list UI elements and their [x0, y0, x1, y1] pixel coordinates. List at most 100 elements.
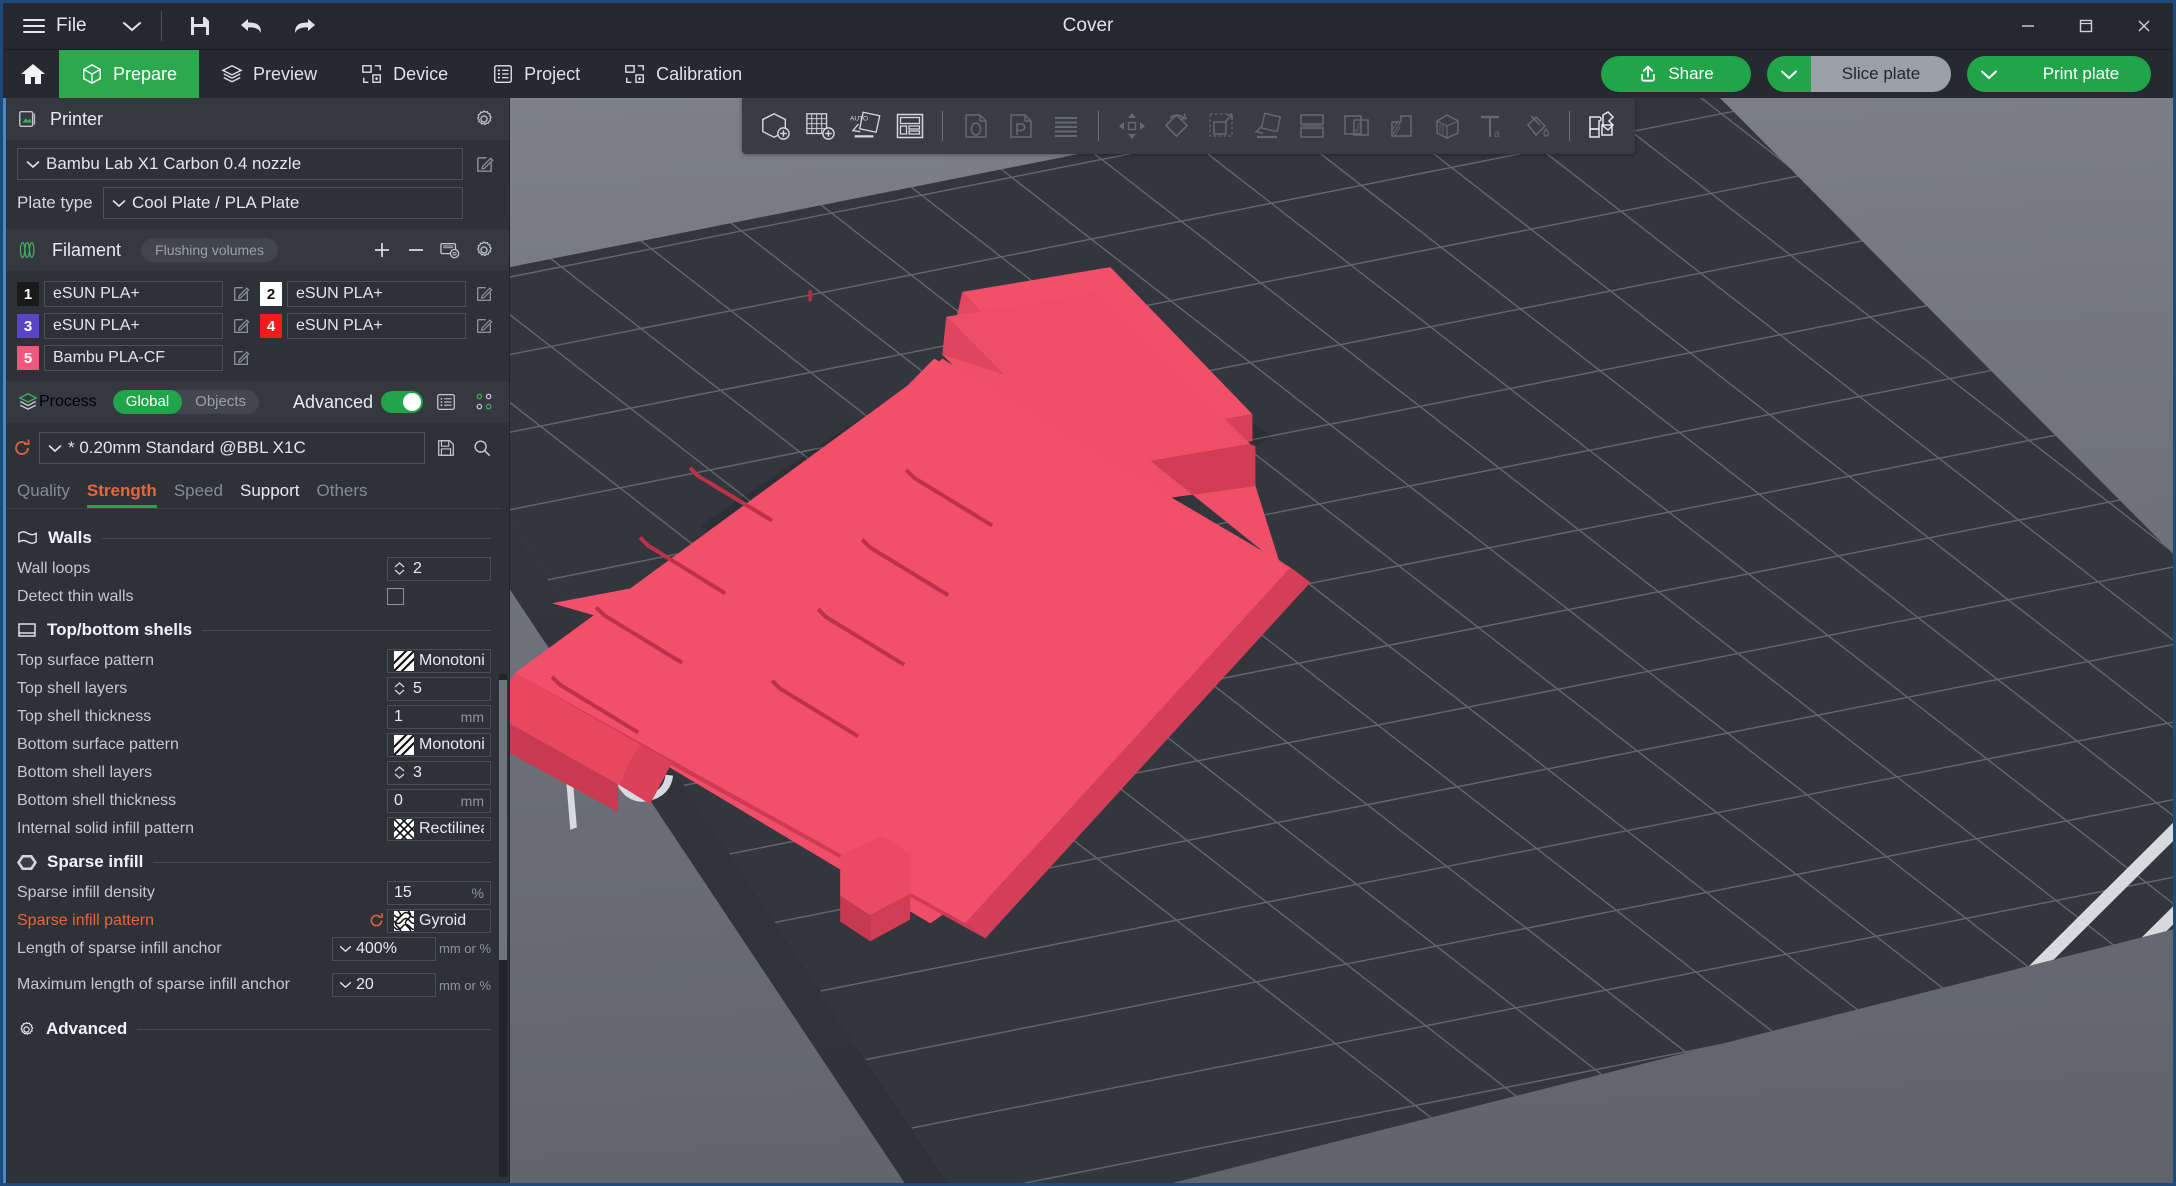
input-sparse-infill-pattern[interactable]: Gyroid — [387, 908, 491, 933]
filament-settings-gear-icon[interactable] — [469, 235, 499, 265]
remove-filament-icon[interactable] — [401, 235, 431, 265]
settings-scrollbar-thumb[interactable] — [499, 680, 507, 960]
sparse-infill-pattern-reset-icon[interactable] — [365, 912, 387, 929]
filament-name-4[interactable]: eSUN PLA+ — [287, 313, 466, 339]
scope-global-option[interactable]: Global — [112, 390, 183, 414]
orient-zero-icon[interactable] — [955, 106, 996, 147]
gear-icon — [20, 1021, 34, 1035]
filament-color-swatch-5[interactable]: 5 — [17, 346, 39, 370]
process-preset-combo[interactable]: * 0.20mm Standard @BBL X1C — [39, 432, 425, 464]
add-object-icon[interactable] — [754, 106, 795, 147]
settings-scrollbar[interactable] — [499, 674, 507, 1177]
support-paint-icon[interactable] — [1381, 106, 1422, 147]
plate-type-combo[interactable]: Cool Plate / PLA Plate — [103, 187, 463, 219]
print-plate-dropdown[interactable] — [1967, 56, 2011, 92]
tab-strength[interactable]: Strength — [86, 481, 174, 508]
input-top-shell-layers[interactable]: 5 — [387, 676, 491, 701]
search-preset-icon[interactable] — [467, 433, 497, 463]
printer-model-combo[interactable]: Bambu Lab X1 Carbon 0.4 nozzle — [17, 148, 463, 180]
add-plate-icon[interactable] — [799, 106, 840, 147]
lay-on-face-icon[interactable] — [1246, 106, 1287, 147]
layout-icon[interactable] — [889, 106, 930, 147]
input-bottom-surface-pattern[interactable]: Monotonic — [387, 732, 491, 757]
text-icon[interactable]: a — [1471, 106, 1512, 147]
tab-calibration[interactable]: Calibration — [602, 50, 764, 98]
close-button[interactable] — [2115, 3, 2173, 49]
rotate-icon[interactable] — [1156, 106, 1197, 147]
assemble-icon[interactable] — [1582, 106, 1623, 147]
flushing-volumes-button[interactable]: Flushing volumes — [141, 238, 278, 262]
tab-quality[interactable]: Quality — [17, 481, 87, 508]
redo-icon[interactable] — [284, 6, 324, 46]
save-icon[interactable] — [180, 6, 220, 46]
filament-color-swatch-3[interactable]: 3 — [17, 314, 39, 338]
spinner-icon[interactable] — [394, 562, 405, 575]
cut-icon[interactable] — [1291, 106, 1332, 147]
process-scope-switch: Global Objects — [112, 390, 260, 414]
filament-color-swatch-1[interactable]: 1 — [17, 282, 39, 306]
printer-edit-icon[interactable] — [471, 155, 497, 174]
auto-arrange-icon[interactable]: AUTO — [844, 106, 885, 147]
print-plate-button[interactable]: Print plate — [2011, 56, 2151, 92]
settings-scroll-area[interactable]: Walls Wall loops 2 Detect thin walls Top… — [3, 509, 509, 1183]
filament-name-2[interactable]: eSUN PLA+ — [287, 281, 466, 307]
tab-others[interactable]: Others — [317, 481, 385, 508]
filament-color-swatch-2[interactable]: 2 — [260, 282, 282, 306]
fill-color-icon[interactable] — [1516, 106, 1557, 147]
tab-project[interactable]: Project — [470, 50, 602, 98]
color-paint-icon[interactable] — [1426, 106, 1467, 147]
input-top-shell-thickness[interactable]: 1 mm — [387, 704, 491, 729]
slice-plate-dropdown[interactable] — [1767, 56, 1811, 92]
svg-text:AUTO: AUTO — [850, 115, 868, 122]
compare-presets-icon[interactable] — [469, 387, 499, 417]
sync-ams-icon[interactable] — [435, 235, 465, 265]
slice-plate-button[interactable]: Slice plate — [1811, 56, 1951, 92]
minimize-button[interactable] — [1999, 3, 2057, 49]
chevron-down-icon[interactable] — [121, 3, 143, 49]
add-filament-icon[interactable] — [367, 235, 397, 265]
parameter-list-icon[interactable] — [431, 387, 461, 417]
move-icon[interactable] — [1111, 106, 1152, 147]
spinner-icon[interactable] — [394, 682, 405, 695]
input-bottom-shell-layers[interactable]: 3 — [387, 760, 491, 785]
orient-p-icon[interactable] — [1000, 106, 1041, 147]
filament-name-5[interactable]: Bambu PLA-CF — [44, 345, 223, 371]
filament-name-3[interactable]: eSUN PLA+ — [44, 313, 223, 339]
filament-edit-icon-2[interactable] — [471, 285, 497, 303]
tab-prepare[interactable]: Prepare — [59, 50, 200, 98]
filament-edit-icon-3[interactable] — [228, 317, 254, 335]
scope-objects-option[interactable]: Objects — [182, 390, 259, 414]
spinner-icon[interactable] — [394, 766, 405, 779]
undo-icon[interactable] — [232, 6, 272, 46]
scale-icon[interactable] — [1201, 106, 1242, 147]
file-menu-button[interactable]: File — [3, 3, 99, 49]
tab-preview[interactable]: Preview — [199, 50, 339, 98]
input-wall-loops[interactable]: 2 — [387, 556, 491, 581]
filament-edit-icon-4[interactable] — [471, 317, 497, 335]
filament-name-1[interactable]: eSUN PLA+ — [44, 281, 223, 307]
home-button[interactable] — [7, 50, 59, 98]
input-maximum-length-of-sparse-infill-anchor[interactable]: 20 — [332, 973, 436, 997]
variable-layer-icon[interactable] — [1045, 106, 1086, 147]
save-preset-icon[interactable] — [431, 433, 461, 463]
tab-device[interactable]: Device — [339, 50, 470, 98]
3d-viewport[interactable]: / Cool Plate PLA — [510, 98, 2173, 1183]
printer-settings-gear-icon[interactable] — [469, 104, 499, 134]
share-button[interactable]: Share — [1601, 56, 1751, 92]
input-sparse-infill-density[interactable]: 15 % — [387, 880, 491, 905]
tab-speed[interactable]: Speed — [174, 481, 240, 508]
preset-reset-icon[interactable] — [11, 438, 33, 458]
3d-model-cover[interactable] — [510, 98, 2173, 1183]
filament-edit-icon-1[interactable] — [228, 285, 254, 303]
mesh-boolean-icon[interactable] — [1336, 106, 1377, 147]
tab-support[interactable]: Support — [240, 481, 317, 508]
input-length-of-sparse-infill-anchor[interactable]: 400% — [332, 936, 436, 961]
input-top-surface-pattern[interactable]: Monotonic ... — [387, 648, 491, 673]
checkbox-detect-thin-walls[interactable] — [387, 588, 404, 605]
maximize-button[interactable] — [2057, 3, 2115, 49]
filament-color-swatch-4[interactable]: 4 — [260, 314, 282, 338]
input-internal-solid-infill-pattern[interactable]: Rectilinear — [387, 816, 491, 841]
filament-edit-icon-5[interactable] — [228, 349, 254, 367]
input-bottom-shell-thickness[interactable]: 0 mm — [387, 788, 491, 813]
advanced-toggle[interactable] — [381, 391, 423, 413]
